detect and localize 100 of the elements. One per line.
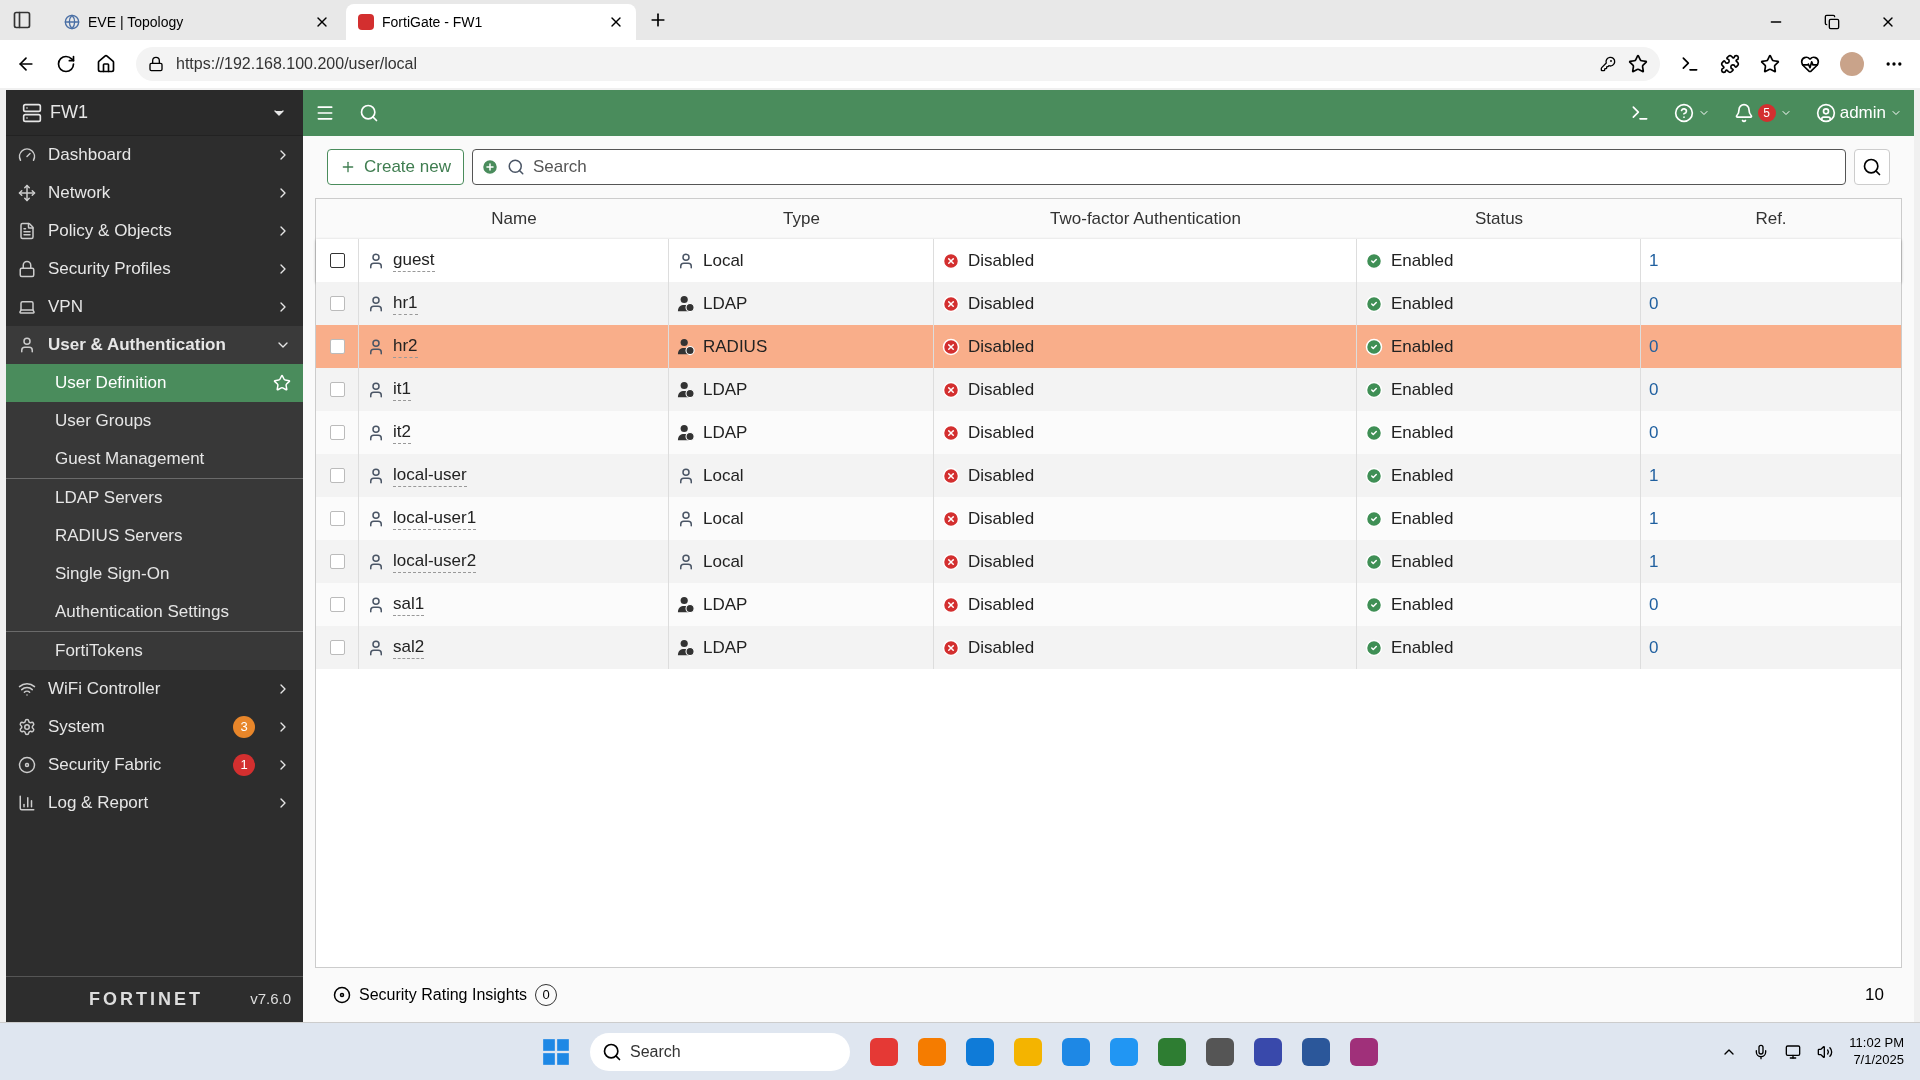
extensions-icon[interactable] <box>1720 54 1740 74</box>
tab-actions-icon[interactable] <box>12 10 32 30</box>
table-row[interactable]: sal2 LDAP Disabled Enabled 0 <box>316 626 1901 669</box>
submenu-item[interactable]: Guest Management <box>6 440 303 478</box>
table-row[interactable]: local-user2 Local Disabled Enabled 1 <box>316 540 1901 583</box>
volume-icon[interactable] <box>1817 1043 1834 1060</box>
reference-count[interactable]: 0 <box>1649 591 1659 618</box>
column-header[interactable]: Ref. <box>1755 209 1787 229</box>
table-row[interactable]: sal1 LDAP Disabled Enabled 0 <box>316 583 1901 626</box>
reference-count[interactable]: 0 <box>1649 376 1659 403</box>
favorites-icon[interactable] <box>1760 54 1780 74</box>
taskbar-app-icon[interactable] <box>1350 1037 1378 1066</box>
table-row[interactable]: hr1 LDAP Disabled Enabled 0 <box>316 282 1901 325</box>
user-name[interactable]: hr1 <box>393 292 418 315</box>
user-name[interactable]: hr2 <box>393 335 418 358</box>
column-header[interactable]: Status <box>1474 209 1524 229</box>
submenu-item[interactable]: User Definition <box>6 364 303 402</box>
table-row[interactable]: local-user Local Disabled Enabled 1 <box>316 454 1901 497</box>
user-name[interactable]: sal1 <box>393 593 425 616</box>
taskbar-app-icon[interactable] <box>1302 1037 1330 1066</box>
search-button[interactable] <box>1854 149 1890 185</box>
network-icon[interactable] <box>1785 1043 1802 1060</box>
nav-item[interactable]: Security Fabric 1 <box>6 746 303 784</box>
nav-item[interactable]: Network <box>6 174 303 212</box>
row-checkbox[interactable] <box>329 597 345 612</box>
menu-icon[interactable] <box>315 103 335 123</box>
user-name[interactable]: local-user <box>393 464 467 487</box>
user-name[interactable]: local-user2 <box>393 550 477 573</box>
user-name[interactable]: it1 <box>393 378 411 401</box>
nav-item[interactable]: Log & Report <box>6 784 303 822</box>
reference-count[interactable]: 0 <box>1649 419 1659 446</box>
nav-item[interactable]: WiFi Controller <box>6 670 303 708</box>
reference-count[interactable]: 1 <box>1649 548 1659 575</box>
nav-item[interactable]: Security Profiles <box>6 250 303 288</box>
search-icon[interactable] <box>359 103 379 123</box>
submenu-item[interactable]: LDAP Servers <box>6 479 303 517</box>
row-checkbox[interactable] <box>329 554 345 569</box>
reference-count[interactable]: 0 <box>1649 290 1659 317</box>
browser-tab[interactable]: FortiGate - FW1 <box>346 4 636 40</box>
row-checkbox[interactable] <box>329 382 345 397</box>
row-checkbox[interactable] <box>329 339 345 354</box>
search-input[interactable]: Search <box>532 154 1837 180</box>
insights-label[interactable]: Security Rating Insights <box>359 983 528 1007</box>
row-checkbox[interactable] <box>329 296 345 311</box>
taskbar-app-icon[interactable] <box>966 1037 994 1066</box>
table-row[interactable]: it2 LDAP Disabled Enabled 0 <box>316 411 1901 454</box>
health-icon[interactable] <box>1800 54 1820 74</box>
table-row[interactable]: hr2 RADIUS Disabled Enabled 0 <box>316 325 1901 368</box>
column-header[interactable]: Name <box>491 209 537 229</box>
user-name[interactable]: sal2 <box>393 636 425 659</box>
column-header[interactable]: Two-factor Authentication <box>1050 209 1241 229</box>
two-factor-status: Disabled <box>968 507 1035 530</box>
submenu-item[interactable]: RADIUS Servers <box>6 517 303 555</box>
reference-count[interactable]: 1 <box>1649 462 1659 489</box>
reference-count[interactable]: 1 <box>1649 505 1659 532</box>
table-row[interactable]: local-user1 Local Disabled Enabled 1 <box>316 497 1901 540</box>
nav-item[interactable]: Dashboard <box>6 136 303 174</box>
table-row[interactable]: it1 LDAP Disabled Enabled 0 <box>316 368 1901 411</box>
taskbar-app-icon[interactable] <box>1158 1037 1186 1066</box>
home-icon[interactable] <box>96 54 116 74</box>
add-filter-icon[interactable] <box>480 158 499 176</box>
row-checkbox[interactable] <box>329 253 345 268</box>
row-checkbox[interactable] <box>329 468 345 483</box>
create-new-button[interactable]: Create new <box>327 149 464 185</box>
reference-count[interactable]: 1 <box>1649 247 1659 274</box>
restore-icon[interactable] <box>1824 14 1840 30</box>
taskbar-app-icon[interactable] <box>1206 1037 1234 1066</box>
taskbar-app-icon[interactable] <box>1062 1037 1090 1066</box>
nav-item[interactable]: User & Authentication <box>6 326 303 364</box>
table-row[interactable]: guest Local Disabled Enabled 1 <box>316 239 1901 282</box>
user-name[interactable]: guest <box>393 249 435 272</box>
search-field[interactable]: Search <box>471 149 1846 185</box>
notifications-menu[interactable]: 5 <box>1733 103 1792 123</box>
reference-count[interactable]: 0 <box>1649 634 1659 661</box>
help-menu[interactable] <box>1673 103 1710 123</box>
nav-item[interactable]: System 3 <box>6 708 303 746</box>
submenu-item[interactable]: Authentication Settings <box>6 593 303 631</box>
user-name[interactable]: it2 <box>393 421 411 444</box>
taskbar-search-field[interactable]: Search <box>590 1032 850 1071</box>
row-checkbox[interactable] <box>329 425 345 440</box>
submenu-item[interactable]: Single Sign-On <box>6 555 303 593</box>
submenu-item[interactable]: FortiTokens <box>6 632 303 670</box>
taskbar-app-icon[interactable] <box>870 1037 898 1066</box>
row-checkbox[interactable] <box>329 640 345 655</box>
column-header[interactable]: Type <box>783 209 820 229</box>
admin-menu[interactable]: admin <box>1815 100 1902 126</box>
key-icon[interactable] <box>1600 56 1616 72</box>
address-bar[interactable]: https://192.168.100.200/user/local <box>136 47 1660 81</box>
taskbar-search-input[interactable]: Search <box>630 1039 838 1064</box>
row-checkbox[interactable] <box>329 511 345 526</box>
reload-icon[interactable] <box>56 54 76 74</box>
reference-count[interactable]: 0 <box>1649 333 1659 360</box>
user-name[interactable]: local-user1 <box>393 507 477 530</box>
submenu-item[interactable]: User Groups <box>6 402 303 440</box>
favorite-star-icon[interactable] <box>1628 54 1648 74</box>
enabled-status-icon <box>1365 466 1383 485</box>
start-icon[interactable] <box>542 1037 570 1066</box>
nav-item[interactable]: Policy & Objects <box>6 212 303 250</box>
nav-item[interactable]: VPN <box>6 288 303 326</box>
taskbar-app-icon[interactable] <box>1254 1037 1282 1066</box>
